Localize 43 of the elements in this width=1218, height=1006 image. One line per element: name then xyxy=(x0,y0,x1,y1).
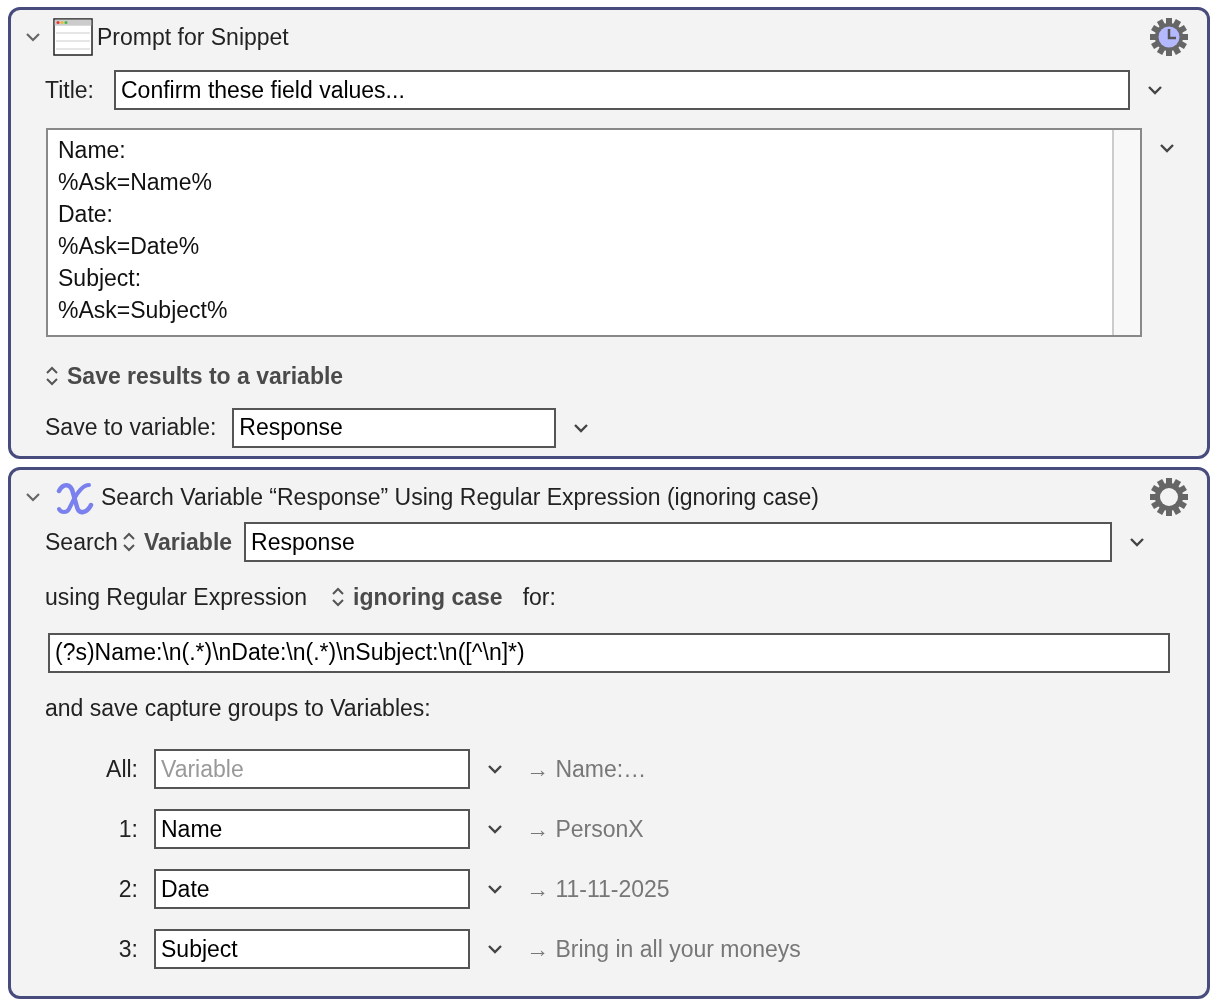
capture-result: → PersonX xyxy=(526,814,644,844)
title-field[interactable]: Confirm these field values... xyxy=(114,70,1130,110)
gear-clock-icon[interactable] xyxy=(1149,17,1189,57)
field-label: Search xyxy=(45,527,118,557)
snippet-text: Name: %Ask=Name% Date: %Ask=Date% Subject: %Ask=Subject% xyxy=(57,136,229,325)
action-title: Search Variable “Response” Using Regular Expression (ignoring case) xyxy=(101,482,821,512)
capture-label: 3: xyxy=(117,934,138,964)
capture-variable-field[interactable]: Subject xyxy=(154,929,470,969)
capture-variable-field[interactable]: Variable xyxy=(154,749,470,789)
capture-variable-field[interactable]: Name xyxy=(154,809,470,849)
dropdown-chevron-icon[interactable] xyxy=(486,823,504,835)
capture-label: All: xyxy=(105,754,138,784)
dropdown-chevron-icon[interactable] xyxy=(1128,536,1147,548)
action-title: Prompt for Snippet xyxy=(97,22,290,52)
section-label: and save capture groups to Variables: xyxy=(45,693,431,723)
window-icon xyxy=(53,17,93,57)
search-source-field[interactable]: Response xyxy=(244,522,1113,562)
save-mode-popup[interactable]: Save results to a variable xyxy=(67,359,344,394)
dropdown-chevron-icon[interactable] xyxy=(1158,142,1176,154)
capture-label: 1: xyxy=(117,814,138,844)
snippet-field[interactable]: Name: %Ask=Name% Date: %Ask=Date% Subject: %Ask=Subject% xyxy=(46,128,1142,337)
case-mode-popup[interactable]: ignoring case xyxy=(353,580,503,615)
field-label: Title: xyxy=(45,75,94,105)
dropdown-chevron-icon[interactable] xyxy=(486,883,504,895)
up-down-arrows-icon[interactable] xyxy=(45,365,59,388)
up-down-arrows-icon[interactable] xyxy=(121,531,136,553)
dropdown-chevron-icon[interactable] xyxy=(486,763,504,775)
source-type-popup[interactable]: Variable xyxy=(143,524,233,560)
capture-label: 2: xyxy=(117,874,138,904)
field-label: for: xyxy=(522,583,556,612)
capture-result: → 11-11-2025 xyxy=(526,874,670,904)
dropdown-chevron-icon[interactable] xyxy=(486,943,504,955)
capture-variable-field[interactable]: Date xyxy=(154,869,470,909)
regex-field[interactable]: (?s)Name:\n(.*)\nDate:\n(.*)\nSubject:\n([^\n]*) xyxy=(48,632,1170,673)
dropdown-chevron-icon[interactable] xyxy=(1146,84,1164,96)
dropdown-chevron-icon[interactable] xyxy=(572,421,591,434)
settings-icon[interactable] xyxy=(1149,477,1189,517)
save-target-field[interactable]: Response xyxy=(232,407,557,448)
field-label: Save to variable: xyxy=(45,413,217,443)
field-label: using Regular Expression xyxy=(45,583,308,612)
capture-result: → Bring in all your moneys xyxy=(526,934,801,964)
up-down-arrows-icon[interactable] xyxy=(331,586,346,609)
capture-result: → Name:… xyxy=(526,754,647,784)
